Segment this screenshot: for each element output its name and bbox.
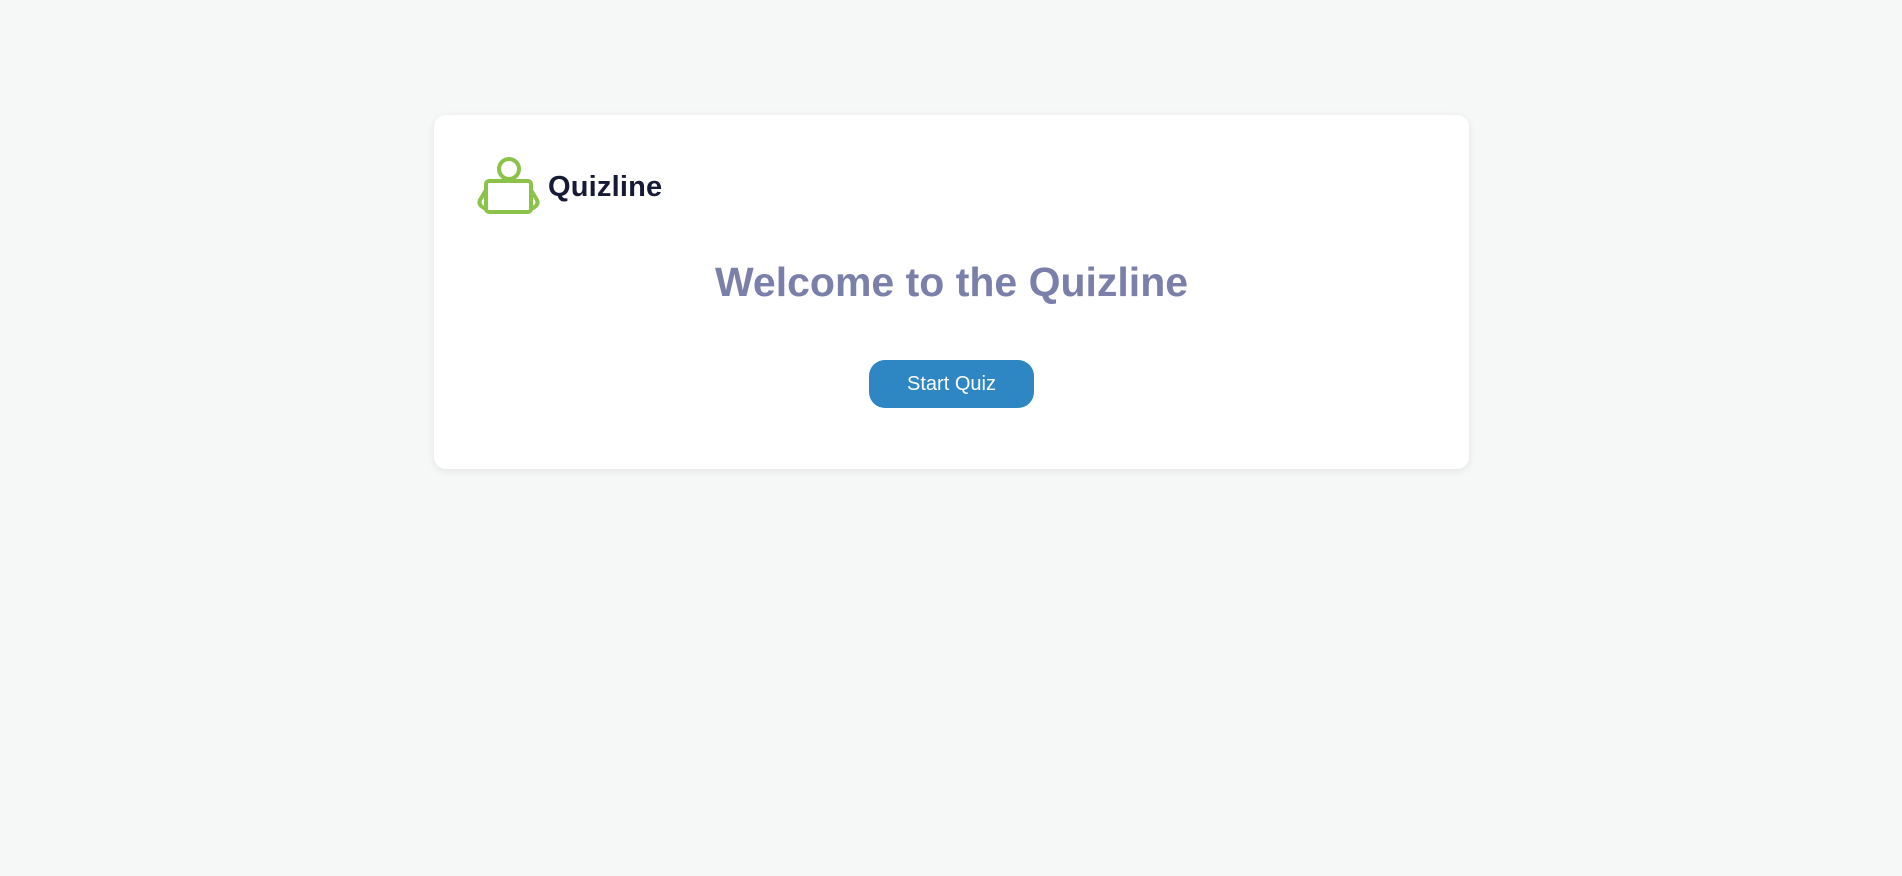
start-quiz-button[interactable]: Start Quiz <box>869 360 1034 408</box>
person-at-laptop-icon <box>477 157 540 214</box>
page-title: Welcome to the Quizline <box>714 259 1189 305</box>
brand: Quizline <box>476 157 662 217</box>
brand-name: Quizline <box>548 170 663 203</box>
welcome-card: Quizline Welcome to the Quizline Start Q… <box>434 115 1469 469</box>
